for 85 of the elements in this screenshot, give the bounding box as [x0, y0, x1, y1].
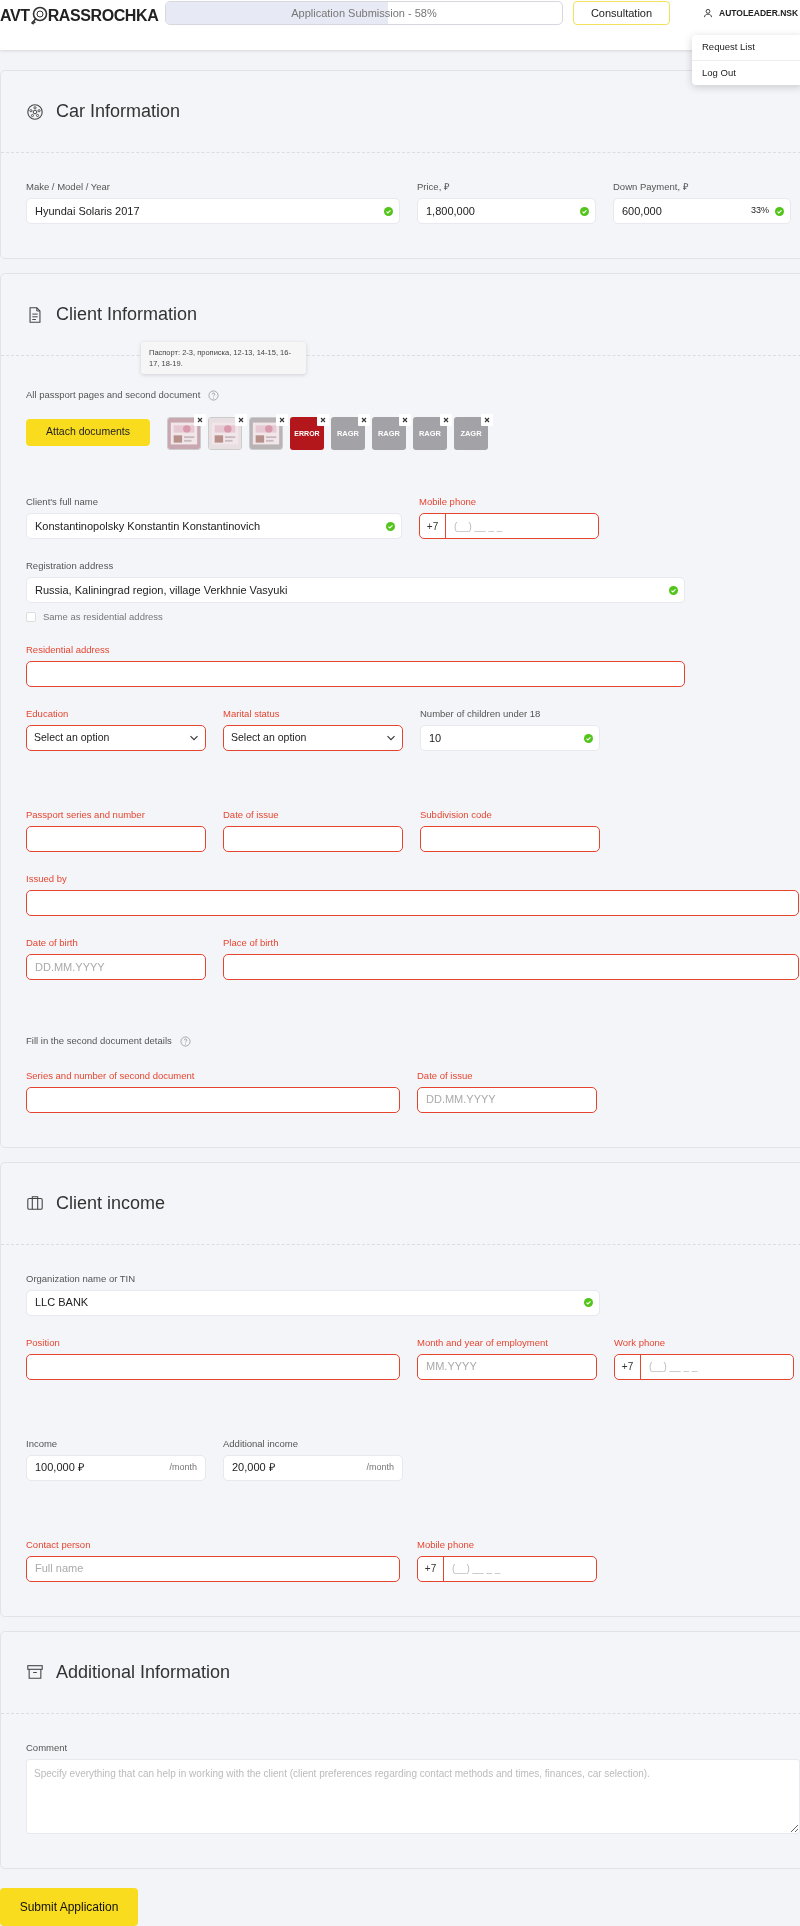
remove-icon[interactable]: [481, 414, 493, 427]
input-field[interactable]: 100,000 ₽ /month: [26, 1454, 206, 1481]
input-field[interactable]: 600,000 33%: [613, 198, 791, 224]
field-label: Residential address: [26, 644, 111, 657]
checkbox-label: Same as residential address: [43, 610, 163, 625]
document-icon: [26, 305, 44, 324]
section-title: Client income: [56, 1191, 166, 1215]
field-label: All passport pages and second document: [26, 388, 201, 402]
select-field[interactable]: Select an option: [26, 725, 206, 752]
input-field[interactable]: [223, 954, 799, 981]
input-field[interactable]: [26, 1353, 400, 1380]
phone-field[interactable]: +7 (__) __ _ _: [419, 513, 599, 540]
field-label: Organization name or TIN: [26, 1272, 137, 1285]
field-label: Education: [26, 708, 70, 721]
input-field[interactable]: Russia, Kaliningrad region, village Verkhnie Vasyuki: [26, 577, 685, 604]
remove-icon[interactable]: [194, 414, 206, 427]
field-label: Month and year of employment: [417, 1336, 549, 1349]
field-label: Position: [26, 1336, 61, 1349]
field-label: Date of issue: [417, 1069, 474, 1082]
field-label: Income: [26, 1437, 59, 1450]
phone-field[interactable]: +7 (__) __ _ _: [614, 1353, 794, 1380]
field-label: Client's full name: [26, 496, 100, 509]
input-field[interactable]: 10: [420, 725, 600, 752]
remove-icon[interactable]: [358, 414, 370, 427]
field-label: Issued by: [26, 873, 68, 886]
field-label: Additional income: [223, 1437, 299, 1450]
field-label: Number of children under 18: [420, 708, 542, 721]
field-label: Make / Model / Year: [26, 181, 111, 193]
checkbox[interactable]: [26, 612, 36, 623]
input-field[interactable]: Hyundai Solaris 2017: [26, 198, 400, 224]
field-label: Comment: [26, 1741, 69, 1754]
input-field[interactable]: 20,000 ₽ /month: [223, 1454, 403, 1481]
comment-field[interactable]: Specify everything that can help in working with the client (client preferences regarding contact methods and times, finances, car selection).: [26, 1758, 800, 1834]
archive-icon: [26, 1663, 44, 1681]
remove-icon[interactable]: [317, 414, 329, 427]
briefcase-icon: [26, 1194, 44, 1212]
field-label: Mobile phone: [417, 1538, 476, 1551]
field-label: Date of issue: [223, 809, 280, 822]
wheel-icon: [26, 102, 44, 121]
logo-text: AVT: [0, 6, 30, 26]
field-label: Subdivision code: [420, 809, 493, 822]
field-label: Registration address: [26, 560, 115, 573]
remove-icon[interactable]: [440, 414, 452, 427]
menu-item[interactable]: Request List: [692, 35, 800, 60]
remove-icon[interactable]: [399, 414, 411, 427]
submit-button[interactable]: Submit Application: [0, 1887, 138, 1926]
remove-icon[interactable]: [276, 414, 288, 427]
section-title: Additional Information: [56, 1660, 231, 1684]
country-code: +7: [420, 514, 446, 539]
percent-label: 33%: [751, 204, 769, 218]
input-field[interactable]: [420, 826, 600, 853]
input-field[interactable]: LLC BANK: [26, 1289, 600, 1316]
unit-label: /month: [169, 1460, 198, 1474]
field-label: Marital status: [223, 708, 281, 721]
field-label: Place of birth: [223, 937, 280, 950]
field-label: Work phone: [614, 1336, 667, 1349]
key-icon: [28, 6, 49, 26]
progress-label: Application Submission - 58%: [290, 5, 438, 21]
section-title: Client Information: [56, 303, 198, 326]
input-field[interactable]: 1,800,000: [417, 198, 596, 224]
section-title: Car Information: [56, 100, 181, 123]
field-label: Date of birth: [26, 937, 79, 950]
phone-field[interactable]: +7 (__) __ _ _: [417, 1555, 597, 1582]
input-field[interactable]: Konstantinopolsky Konstantin Konstantinovich: [26, 513, 402, 540]
note-text: Fill in the second document details: [26, 1034, 172, 1049]
logo-text: RASSROCHKA: [47, 6, 159, 26]
user-icon: [703, 8, 713, 18]
input-field[interactable]: [26, 890, 799, 917]
attach-documents-button[interactable]: Attach documents: [26, 418, 150, 446]
field-label: Mobile phone: [419, 496, 478, 509]
country-code: +7: [418, 1556, 444, 1581]
input-field[interactable]: [26, 1086, 400, 1113]
remove-icon[interactable]: [235, 414, 247, 427]
country-code: +7: [615, 1354, 641, 1379]
input-field[interactable]: [223, 826, 403, 853]
consultation-button[interactable]: Consultation: [573, 1, 670, 25]
field-label: Passport series and number: [26, 809, 146, 822]
field-label: Series and number of second document: [26, 1069, 196, 1082]
field-label: Price, ₽: [417, 181, 451, 193]
field-label: Contact person: [26, 1538, 92, 1551]
field-label: Down Payment, ₽: [613, 181, 690, 193]
select-field[interactable]: Select an option: [223, 725, 403, 752]
input-field[interactable]: [26, 661, 685, 688]
unit-label: /month: [366, 1460, 395, 1474]
input-field[interactable]: [26, 826, 206, 853]
